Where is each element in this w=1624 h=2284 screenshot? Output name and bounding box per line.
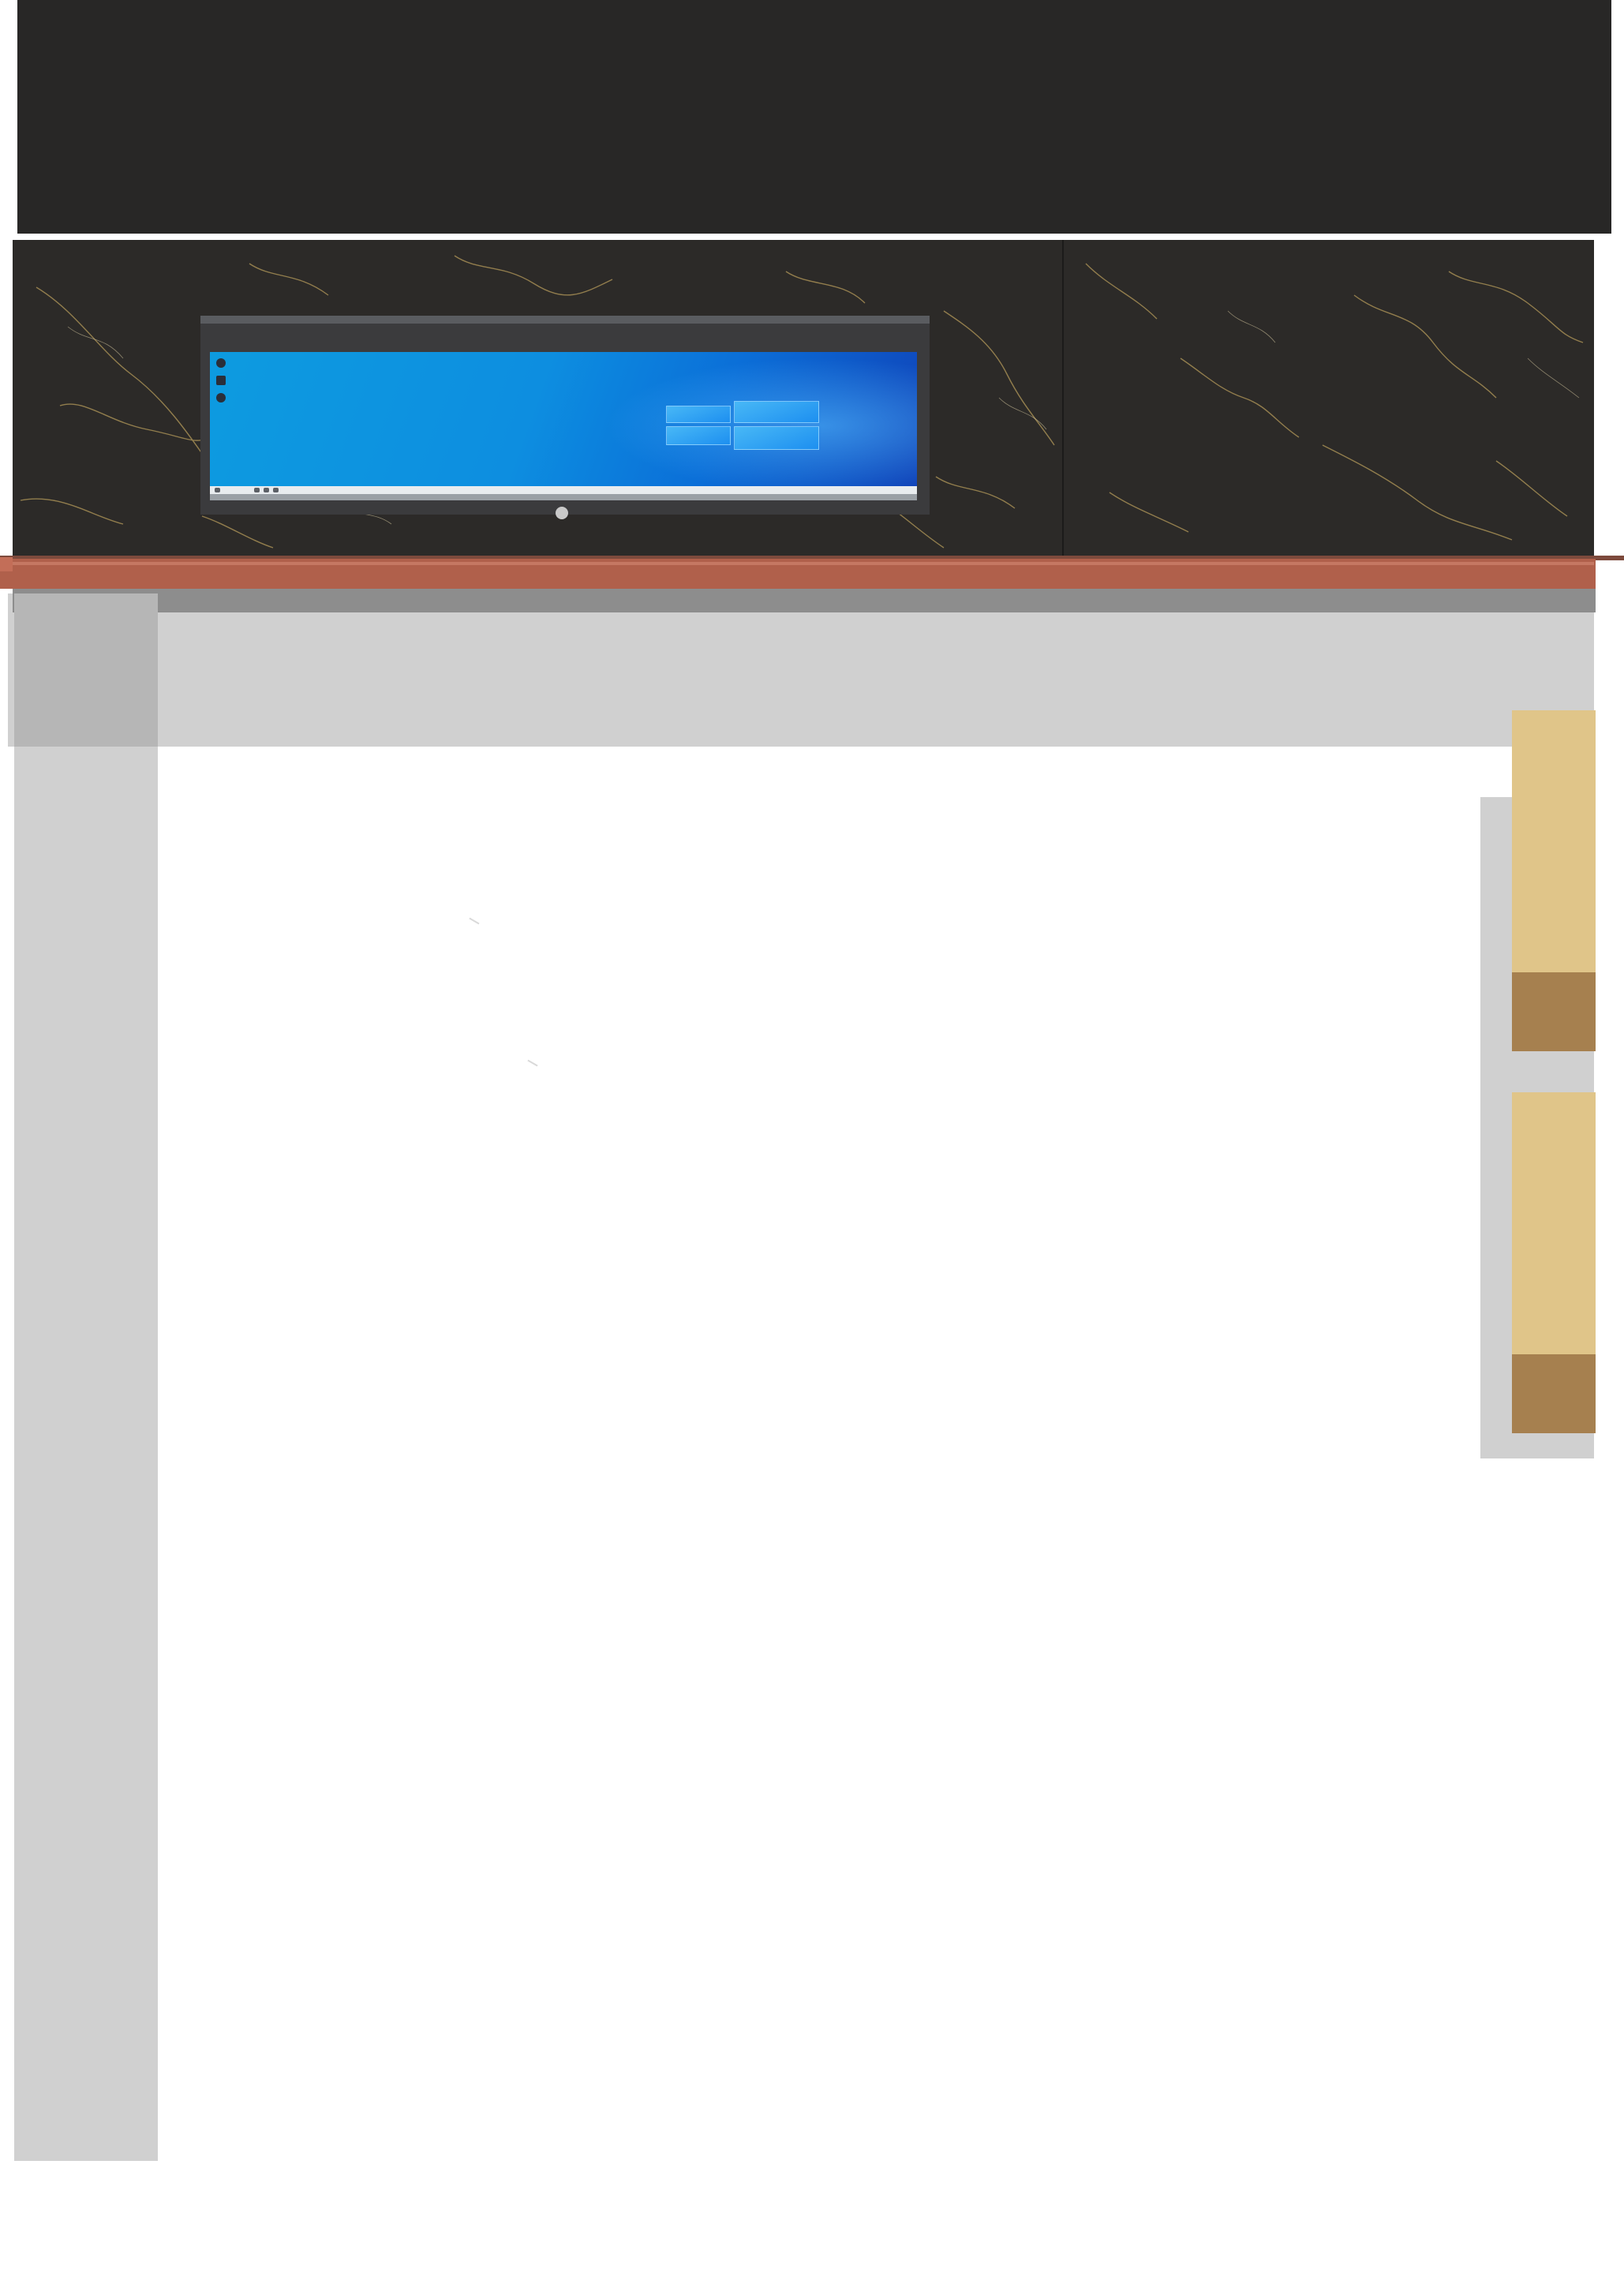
shelf-end-cap [0,557,13,571]
stray-mark [527,1059,538,1067]
drawer-lower-base [1512,1354,1596,1433]
counter-top [8,593,1594,747]
taskbar[interactable] [210,486,917,494]
header-band [17,0,1611,234]
desktop-icon[interactable] [216,358,226,368]
desktop-icon[interactable] [216,393,226,403]
monitor [200,316,930,519]
screen-bottom-bezel [210,494,917,500]
shelf-highlight [13,562,1594,565]
marble-backsplash [13,240,1594,556]
drawer-upper-base [1512,972,1596,1051]
desktop-icon[interactable] [216,376,226,385]
start-icon[interactable] [215,488,220,492]
monitor-screen[interactable] [210,352,917,500]
shelf-shadow [13,589,1596,612]
power-button-icon[interactable] [556,507,568,519]
left-column-overlap [14,593,158,747]
taskbar-icon[interactable] [254,488,260,492]
windows-logo-icon [666,401,819,450]
marble-seam [1062,240,1064,556]
taskbar-icon[interactable] [273,488,279,492]
drawer-lower-front[interactable] [1512,1092,1596,1354]
left-cabinet-column [14,593,158,2161]
taskbar-icon[interactable] [264,488,269,492]
drawer-upper-front[interactable] [1512,710,1596,972]
stray-mark [469,917,480,925]
